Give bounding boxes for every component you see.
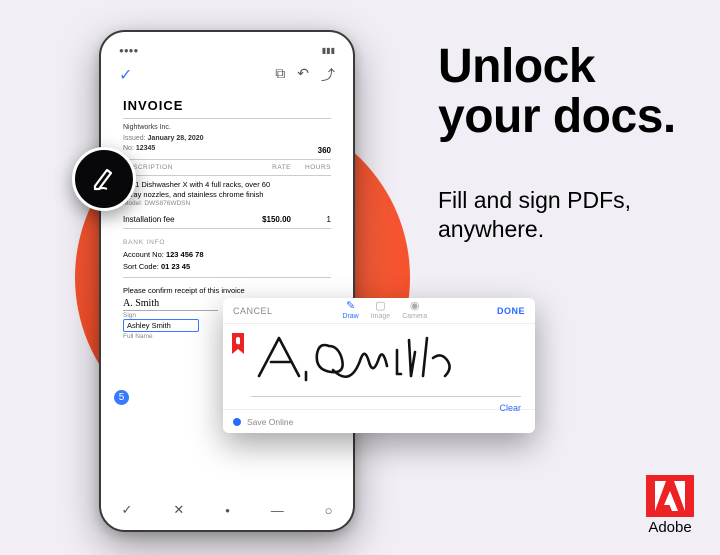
sign-label: Sign: [123, 312, 218, 319]
phone-status-bar: ●●●●▮▮▮: [109, 40, 345, 60]
nav-dot-icon[interactable]: •: [225, 503, 230, 518]
draw-icon: ✎: [346, 301, 355, 312]
bank-section-label: BANK INFO: [123, 239, 331, 246]
issued-label: Issued:: [123, 135, 146, 142]
headline: Unlock your docs.: [438, 42, 676, 143]
item2-hours: 1: [291, 215, 331, 224]
company-name: Nightworks Inc.: [123, 123, 204, 134]
subhead-line1: Fill and sign PDFs,: [438, 187, 631, 213]
invoice-no-label: No:: [123, 145, 134, 152]
balance-amount: 360: [318, 146, 331, 155]
tab-image[interactable]: ▢Image: [371, 301, 390, 320]
nav-check-icon[interactable]: ✓: [121, 502, 132, 518]
acct-no: 123 456 78: [166, 250, 204, 259]
camera-icon: ◉: [410, 301, 420, 312]
sort-code: 01 23 45: [161, 262, 190, 271]
issued-date: January 28, 2020: [148, 135, 204, 142]
signature-stroke: [251, 328, 471, 396]
item1-model: DWS876WDSN: [144, 200, 190, 207]
signature-scribble[interactable]: A. Smith: [123, 298, 218, 311]
signature-canvas[interactable]: Clear: [223, 324, 535, 409]
col-hours: HOURS: [291, 164, 331, 171]
nav-line-icon[interactable]: —: [271, 503, 284, 518]
headline-line2: your docs.: [438, 90, 676, 143]
clear-button[interactable]: Clear: [499, 403, 521, 413]
pen-badge: [72, 147, 136, 211]
headline-line1: Unlock: [438, 40, 595, 93]
image-icon: ▢: [375, 301, 385, 312]
nav-close-icon[interactable]: ✕: [173, 502, 184, 518]
acct-label: Account No:: [123, 250, 164, 259]
item2-rate: $150.00: [241, 215, 291, 224]
fullname-field[interactable]: Ashley Smith: [123, 319, 199, 332]
subhead-line2: anywhere.: [438, 216, 544, 242]
save-online-toggle[interactable]: [233, 418, 241, 426]
col-description: DESCRIPTION: [123, 164, 241, 171]
undo-icon[interactable]: ↶: [297, 65, 309, 85]
page-count-badge[interactable]: 5: [114, 390, 129, 405]
doc-title: INVOICE: [123, 98, 331, 113]
app-toolbar: ✓ ⧉ ↶ ⤴: [109, 60, 345, 90]
phone-mockup: ●●●●▮▮▮ ✓ ⧉ ↶ ⤴ INVOICE Nightworks Inc. …: [99, 30, 355, 532]
confirm-text: Please confirm receipt of this invoice: [123, 286, 331, 295]
adobe-logo: Adobe: [646, 475, 694, 537]
fullname-label: Full Name: [123, 333, 218, 340]
pen-icon: [87, 162, 121, 196]
item1-desc: TS-1 Dishwasher X with 4 full racks, ove…: [123, 180, 273, 200]
copy-icon[interactable]: ⧉: [275, 65, 285, 85]
done-button[interactable]: DONE: [497, 306, 525, 316]
nav-circle-icon[interactable]: ○: [325, 503, 333, 518]
subheadline: Fill and sign PDFs, anywhere.: [438, 186, 631, 244]
invoice-no: 12345: [136, 145, 155, 152]
adobe-brand-name: Adobe: [648, 519, 691, 536]
tab-camera[interactable]: ◉Camera: [402, 301, 427, 320]
save-online-label: Save Online: [247, 417, 293, 427]
confirm-check-icon[interactable]: ✓: [119, 65, 132, 85]
cancel-button[interactable]: CANCEL: [233, 306, 273, 316]
tab-draw[interactable]: ✎Draw: [342, 301, 358, 320]
signature-popup: CANCEL ✎Draw ▢Image ◉Camera DONE Clear S…: [223, 298, 535, 433]
bookmark-flag-icon: [231, 332, 245, 360]
item2-desc: Installation fee: [123, 215, 241, 224]
adobe-logo-icon: [646, 475, 694, 517]
col-rate: RATE: [241, 164, 291, 171]
phone-nav-bar: ✓ ✕ • — ○: [101, 498, 353, 522]
signature-baseline: [251, 396, 521, 397]
share-icon[interactable]: ⤴: [321, 65, 335, 85]
signature-tool-tabs: ✎Draw ▢Image ◉Camera: [342, 301, 427, 320]
sort-label: Sort Code:: [123, 262, 159, 271]
